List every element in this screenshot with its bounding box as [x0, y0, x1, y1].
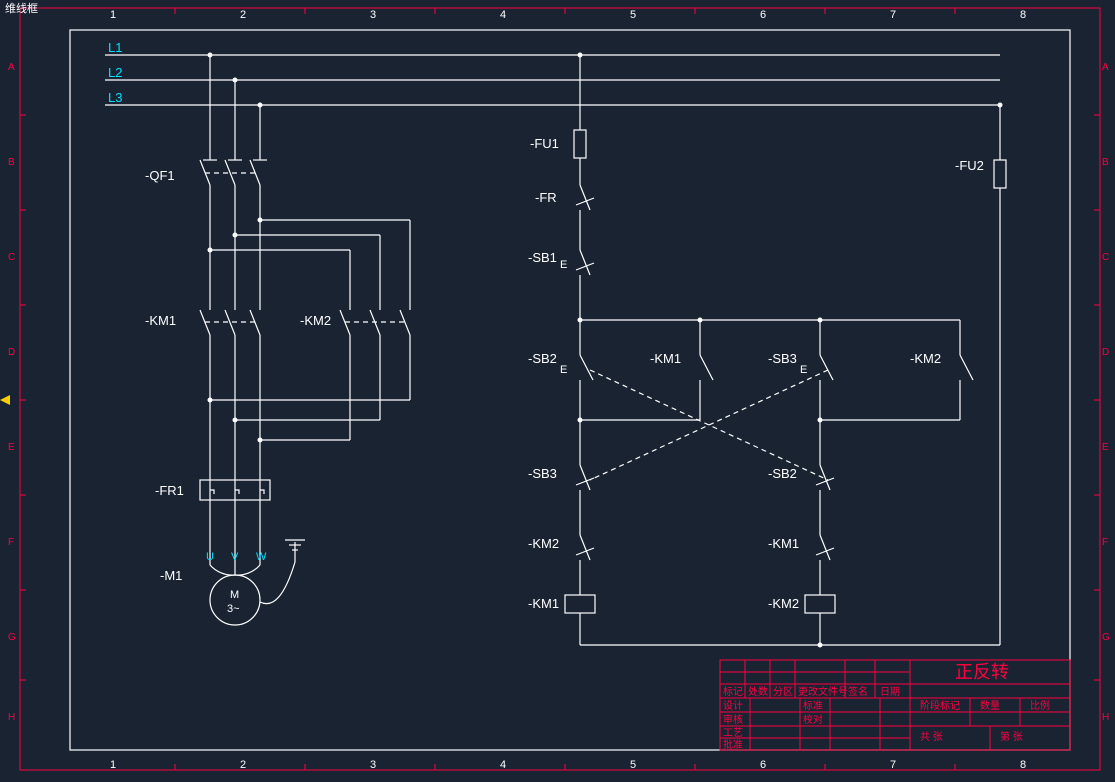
- svg-text:3: 3: [370, 759, 376, 771]
- svg-text:7: 7: [890, 759, 896, 771]
- svg-text:A: A: [1102, 62, 1109, 73]
- svg-text:更改文件号: 更改文件号: [798, 685, 848, 698]
- label-l3: L3: [108, 90, 122, 105]
- svg-text:标记: 标记: [723, 686, 743, 698]
- label-m1: -M1: [160, 568, 182, 583]
- label-sb2-right: -SB2: [768, 466, 797, 481]
- label-km2-hold: -KM2: [910, 351, 941, 366]
- label-fu2: -FU2: [955, 158, 984, 173]
- label-sb1: -SB1: [528, 250, 557, 265]
- svg-text:数量: 数量: [980, 699, 1000, 712]
- svg-text:D: D: [1102, 347, 1109, 358]
- svg-text:标准: 标准: [803, 700, 823, 712]
- svg-text:B: B: [8, 157, 15, 168]
- svg-text:C: C: [8, 252, 15, 263]
- svg-text:H: H: [8, 712, 15, 723]
- svg-text:D: D: [8, 347, 15, 358]
- label-km2-coil: -KM2: [768, 596, 799, 611]
- svg-text:第 张: 第 张: [1000, 730, 1023, 743]
- component-fr1: [200, 480, 270, 500]
- label-km2-nc: -KM2: [528, 536, 559, 551]
- svg-text:H: H: [1102, 712, 1109, 723]
- corner-label: 维线框: [5, 1, 38, 15]
- label-km1-nc: -KM1: [768, 536, 799, 551]
- svg-text:日期: 日期: [880, 686, 900, 698]
- svg-text:签名: 签名: [848, 685, 868, 698]
- label-fu1: -FU1: [530, 136, 559, 151]
- svg-text:F: F: [1102, 537, 1108, 548]
- svg-text:2: 2: [240, 9, 246, 21]
- label-sb3-left: -SB3: [528, 466, 557, 481]
- svg-text:7: 7: [890, 9, 896, 21]
- svg-text:工艺: 工艺: [723, 727, 743, 739]
- svg-text:C: C: [1102, 252, 1109, 263]
- label-qf1: -QF1: [145, 168, 175, 183]
- label-m3: 3~: [227, 603, 240, 615]
- svg-text:1: 1: [110, 759, 116, 771]
- svg-text:8: 8: [1020, 9, 1026, 21]
- svg-text:处数: 处数: [748, 685, 768, 698]
- svg-text:E: E: [8, 442, 15, 453]
- svg-text:6: 6: [760, 759, 766, 771]
- label-fr1: -FR1: [155, 483, 184, 498]
- svg-text:5: 5: [630, 9, 636, 21]
- svg-text:阶段标记: 阶段标记: [920, 699, 960, 712]
- label-v: V: [231, 551, 239, 563]
- svg-text:校对: 校对: [803, 713, 823, 726]
- label-sb2-left: -SB2: [528, 351, 557, 366]
- svg-text:8: 8: [1020, 759, 1026, 771]
- svg-text:批准: 批准: [723, 738, 743, 751]
- svg-text:审核: 审核: [723, 713, 743, 726]
- svg-text:共 张: 共 张: [920, 731, 943, 743]
- svg-text:B: B: [1102, 157, 1109, 168]
- label-l2: L2: [108, 65, 122, 80]
- svg-text:设计: 设计: [723, 699, 743, 712]
- svg-text:比例: 比例: [1030, 699, 1050, 712]
- svg-text:E: E: [560, 364, 567, 376]
- label-fr: -FR: [535, 190, 557, 205]
- label-km2-power: -KM2: [300, 313, 331, 328]
- label-l1: L1: [108, 40, 122, 55]
- svg-text:1: 1: [110, 9, 116, 21]
- svg-text:2: 2: [240, 759, 246, 771]
- label-m: M: [230, 589, 239, 601]
- label-km1-hold: -KM1: [650, 351, 681, 366]
- svg-text:A: A: [8, 62, 15, 73]
- label-km1-power: -KM1: [145, 313, 176, 328]
- svg-text:4: 4: [500, 9, 506, 21]
- title-main: 正反转: [955, 662, 1009, 682]
- svg-text:G: G: [8, 632, 16, 643]
- label-km1-coil: -KM1: [528, 596, 559, 611]
- label-w: W: [256, 551, 267, 563]
- svg-text:F: F: [8, 537, 14, 548]
- svg-text:E: E: [800, 364, 807, 376]
- svg-text:5: 5: [630, 759, 636, 771]
- label-u: U: [206, 551, 214, 563]
- svg-text:E: E: [560, 259, 567, 271]
- svg-text:E: E: [1102, 442, 1109, 453]
- svg-text:4: 4: [500, 759, 506, 771]
- svg-text:G: G: [1102, 632, 1110, 643]
- svg-text:3: 3: [370, 9, 376, 21]
- svg-text:分区: 分区: [773, 686, 793, 698]
- svg-text:6: 6: [760, 9, 766, 21]
- label-sb3-right: -SB3: [768, 351, 797, 366]
